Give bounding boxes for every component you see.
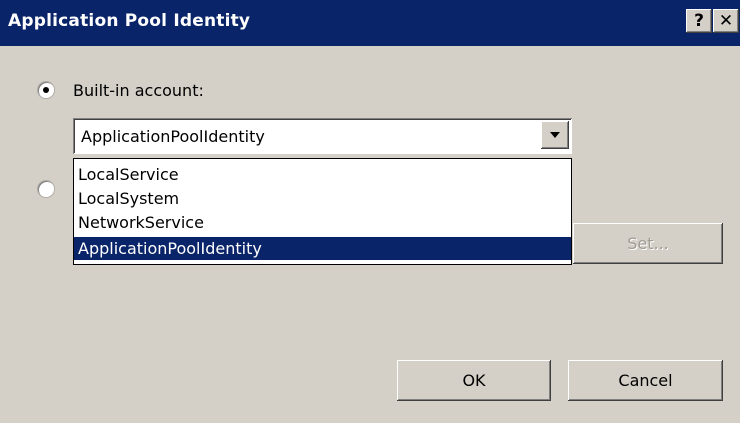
- title-bar: Application Pool Identity ? ✕: [0, 0, 740, 46]
- dropdown-option-localservice[interactable]: LocalService: [74, 163, 571, 186]
- combo-dropdown-button[interactable]: [541, 121, 569, 149]
- dropdown-option-applicationpoolidentity[interactable]: ApplicationPoolIdentity: [74, 237, 571, 260]
- help-button[interactable]: ?: [686, 9, 712, 33]
- custom-account-radio[interactable]: [38, 181, 54, 197]
- close-button[interactable]: ✕: [713, 9, 739, 33]
- cancel-button[interactable]: Cancel: [568, 360, 723, 401]
- dropdown-option-localsystem[interactable]: LocalSystem: [74, 187, 571, 210]
- window-title: Application Pool Identity: [8, 11, 251, 31]
- set-button[interactable]: Set...: [573, 223, 723, 264]
- builtin-account-radio[interactable]: [38, 82, 54, 98]
- builtin-account-combo[interactable]: ApplicationPoolIdentity: [73, 118, 572, 154]
- dropdown-option-networkservice[interactable]: NetworkService: [74, 211, 571, 234]
- chevron-down-icon: [550, 132, 560, 138]
- help-icon: ?: [694, 11, 704, 31]
- combo-value: ApplicationPoolIdentity: [81, 127, 265, 146]
- builtin-account-label[interactable]: Built-in account:: [73, 81, 204, 100]
- close-icon: ✕: [718, 11, 734, 31]
- account-dropdown-list: LocalService LocalSystem NetworkService …: [73, 158, 572, 265]
- ok-button[interactable]: OK: [397, 360, 551, 401]
- radio-selected-dot: [43, 87, 49, 93]
